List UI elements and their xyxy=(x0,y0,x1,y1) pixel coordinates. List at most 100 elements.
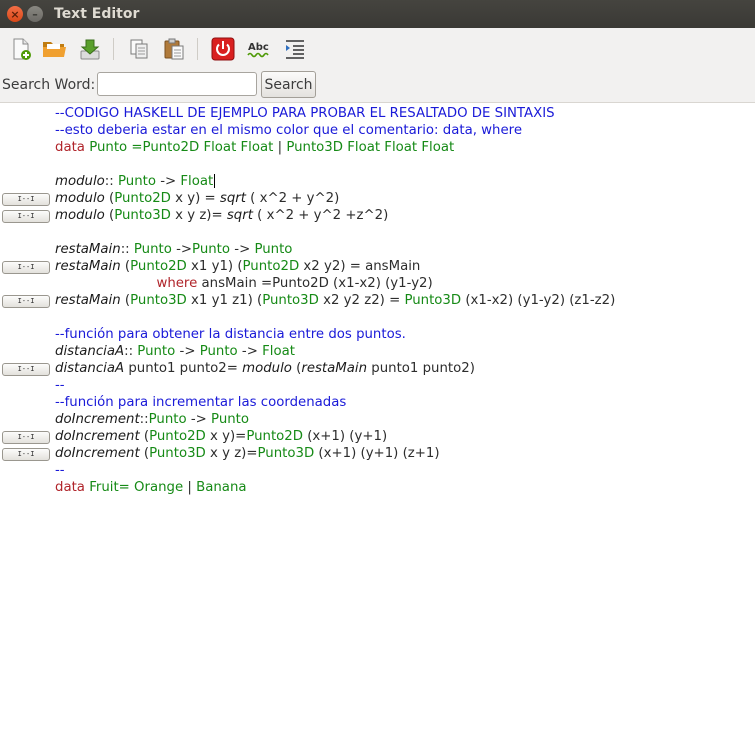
code-token: :: xyxy=(120,242,130,257)
code-token: Punto =Punto2D Float Float xyxy=(89,140,274,155)
code-token: -> xyxy=(230,242,255,257)
code-line: --función para incrementar las coordenad… xyxy=(55,394,346,411)
quit-button[interactable] xyxy=(210,36,236,62)
code-token: Punto2D xyxy=(130,259,187,274)
fold-marker-button[interactable]: I--I xyxy=(2,261,50,274)
code-token: distanciaA xyxy=(55,344,125,359)
toolbar-separator xyxy=(197,38,198,60)
code-token: x2 y2 z2) = xyxy=(318,293,405,308)
paste-button[interactable] xyxy=(161,36,187,62)
fold-marker-button[interactable]: I--I xyxy=(2,210,50,223)
code-token: -> xyxy=(186,412,212,427)
code-token: ( xyxy=(291,361,302,376)
code-token: Punto3D xyxy=(404,293,462,308)
spell-check-button[interactable]: Abc xyxy=(246,36,272,62)
code-token: punto1 punto2= xyxy=(124,361,243,376)
open-file-button[interactable] xyxy=(41,36,67,62)
fold-marker-button[interactable]: I--I xyxy=(2,448,50,461)
code-line: modulo:: Punto -> Float xyxy=(55,173,216,190)
code-token: doIncrement xyxy=(55,412,140,427)
code-token: doIncrement xyxy=(55,446,140,461)
code-token: x2 y2) = ansMain xyxy=(299,259,421,274)
code-token: (x1-x2) (y1-y2) (z1-z2) xyxy=(461,293,616,308)
code-token: Punto xyxy=(148,412,187,427)
code-token: --esto deberia estar en el mismo color q… xyxy=(55,123,523,138)
toolbar: Abc xyxy=(0,28,755,68)
fold-marker-button[interactable]: I--I xyxy=(2,193,50,206)
code-line: modulo (Punto2D x y) = sqrt ( x^2 + y^2) xyxy=(55,190,339,207)
indent-icon xyxy=(286,40,304,59)
code-line: data Punto =Punto2D Float Float | Punto3… xyxy=(55,139,454,156)
search-button[interactable]: Search xyxy=(261,71,316,98)
folder-open-icon xyxy=(43,42,66,57)
code-token: x1 y1 z1) ( xyxy=(186,293,263,308)
save-file-button[interactable] xyxy=(77,36,103,62)
code-token: modulo xyxy=(55,208,105,223)
search-label: Search Word: xyxy=(2,77,96,93)
code-token: Banana xyxy=(196,480,247,495)
new-file-button[interactable] xyxy=(8,36,34,62)
code-token: Punto xyxy=(192,242,231,257)
code-line: -- xyxy=(55,377,65,394)
code-token: ( xyxy=(104,191,115,206)
search-bar: Search Word: Search xyxy=(0,68,755,103)
code-line: doIncrement (Punto2D x y)=Punto2D (x+1) … xyxy=(55,428,387,445)
code-token: Punto2D xyxy=(114,191,171,206)
spellcheck-abc-icon: Abc xyxy=(247,42,269,58)
minimize-icon: – xyxy=(32,7,38,21)
code-token: x y)= xyxy=(205,429,247,444)
code-token: -- xyxy=(55,463,65,478)
code-token: punto1 punto2) xyxy=(367,361,475,376)
fold-marker-button[interactable]: I--I xyxy=(2,295,50,308)
code-token: data xyxy=(55,480,85,495)
close-window-button[interactable]: × xyxy=(7,6,23,22)
code-token: Punto3D xyxy=(130,293,187,308)
code-token: Punto2D xyxy=(246,429,303,444)
code-token: modulo xyxy=(55,191,105,206)
code-token: (x+1) (y+1) xyxy=(303,429,388,444)
power-icon xyxy=(211,37,235,61)
code-token: ( xyxy=(139,429,150,444)
code-token: -> xyxy=(171,242,193,257)
code-line: doIncrement::Punto -> Punto xyxy=(55,411,249,428)
code-token: sqrt xyxy=(226,208,253,223)
copy-button[interactable] xyxy=(126,36,152,62)
code-token: Punto3D xyxy=(257,446,315,461)
code-editor[interactable]: --CODIGO HASKELL DE EJEMPLO PARA PROBAR … xyxy=(0,103,755,744)
code-token: -> xyxy=(237,344,263,359)
code-token: :: xyxy=(104,174,118,189)
code-line: distanciaA punto1 punto2= modulo (restaM… xyxy=(55,360,475,377)
indent-button[interactable] xyxy=(282,36,308,62)
paste-icon xyxy=(164,38,184,60)
text-cursor xyxy=(214,174,216,188)
code-token: Punto2D xyxy=(149,429,206,444)
minimize-window-button[interactable]: – xyxy=(27,6,43,22)
code-token: --función para incrementar las coordenad… xyxy=(55,395,347,410)
code-token: Punto xyxy=(117,174,156,189)
code-token: restaMain xyxy=(301,361,368,376)
code-line: modulo (Punto3D x y z)= sqrt ( x^2 + y^2… xyxy=(55,207,388,224)
code-token: restaMain xyxy=(55,259,121,274)
code-token: doIncrement xyxy=(55,429,140,444)
code-token: ( x^2 + y^2) xyxy=(245,191,340,206)
code-token: Float xyxy=(262,344,295,359)
code-line: restaMain:: Punto ->Punto -> Punto xyxy=(55,241,292,258)
code-token: Punto xyxy=(129,242,172,257)
search-input[interactable] xyxy=(97,72,257,96)
code-token: Punto3D xyxy=(262,293,319,308)
code-token: Punto3D Float Float Float xyxy=(286,140,455,155)
code-token: -- xyxy=(55,378,65,393)
code-line: where ansMain =Punto2D (x1-x2) (y1-y2) xyxy=(55,275,432,292)
title-bar: × – Text Editor xyxy=(0,0,755,28)
code-line: --CODIGO HASKELL DE EJEMPLO PARA PROBAR … xyxy=(55,105,555,122)
fold-marker-button[interactable]: I--I xyxy=(2,431,50,444)
code-token: x y z)= xyxy=(170,208,227,223)
code-line: data Fruit= Orange | Banana xyxy=(55,479,247,496)
code-token: Punto2D xyxy=(242,259,300,274)
code-token: -> xyxy=(155,174,181,189)
new-document-icon xyxy=(13,38,31,60)
fold-marker-button[interactable]: I--I xyxy=(2,363,50,376)
window-title: Text Editor xyxy=(54,6,140,22)
code-token: | xyxy=(183,480,197,495)
